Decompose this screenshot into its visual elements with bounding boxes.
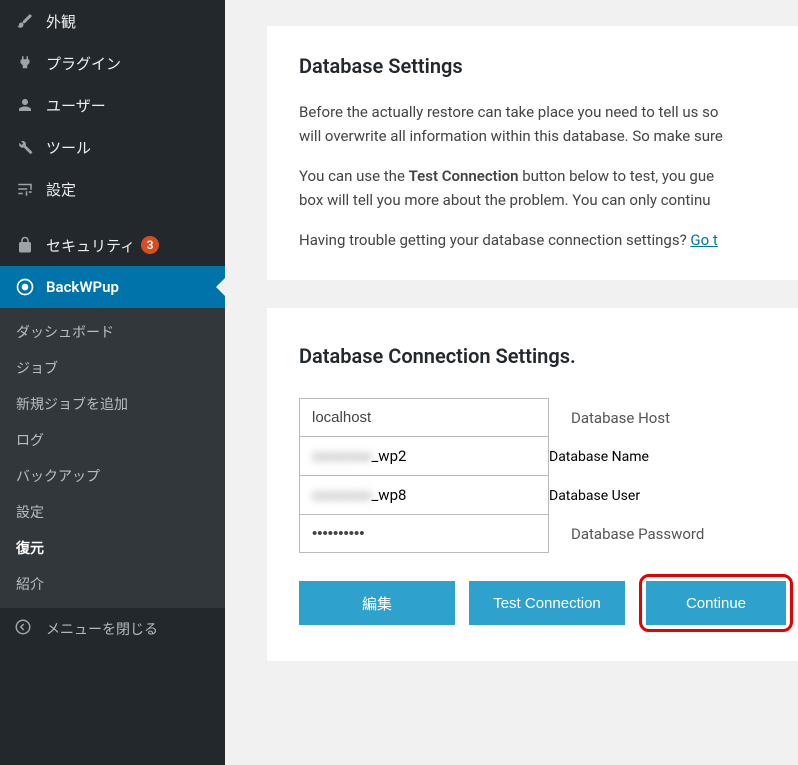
sidebar-item-backwpup[interactable]: BackWPup	[0, 266, 225, 308]
submenu-dashboard[interactable]: ダッシュボード	[0, 314, 225, 350]
update-badge: 3	[141, 236, 159, 254]
wrench-icon	[14, 136, 36, 158]
sidebar-item-label: 外観	[46, 11, 76, 32]
sidebar-item-tools[interactable]: ツール	[0, 126, 225, 168]
submenu-restore[interactable]: 復元	[0, 530, 225, 566]
sidebar-item-users[interactable]: ユーザー	[0, 84, 225, 126]
db-host-input[interactable]	[299, 398, 549, 437]
paintbrush-icon	[14, 10, 36, 32]
collapse-icon	[14, 618, 36, 640]
field-label: Database Host	[571, 409, 670, 427]
submenu-logs[interactable]: ログ	[0, 422, 225, 458]
lock-icon	[14, 234, 36, 256]
help-link[interactable]: Go t	[690, 231, 717, 249]
panel-text: Having trouble getting your database con…	[299, 228, 766, 252]
button-row: 編集 Test Connection Continue	[299, 581, 789, 625]
field-row-pass: Database Password	[299, 515, 782, 553]
test-connection-button[interactable]: Test Connection	[469, 581, 625, 625]
collapse-label: メニューを閉じる	[46, 619, 158, 639]
submenu-jobs[interactable]: ジョブ	[0, 350, 225, 386]
field-label: Database Password	[571, 525, 704, 543]
db-pass-input[interactable]	[299, 515, 549, 553]
backwpup-submenu: ダッシュボード ジョブ 新規ジョブを追加 ログ バックアップ 設定 復元 紹介	[0, 308, 225, 608]
main-content: Database Settings Before the actually re…	[225, 0, 798, 765]
submenu-add-job[interactable]: 新規ジョブを追加	[0, 386, 225, 422]
sliders-icon	[14, 178, 36, 200]
continue-highlight: Continue	[639, 574, 793, 632]
user-icon	[14, 94, 36, 116]
field-row-name: xxxxxxxx_wp2 Database Name	[299, 437, 782, 476]
submenu-backups[interactable]: バックアップ	[0, 458, 225, 494]
sidebar-item-settings[interactable]: 設定	[0, 168, 225, 210]
edit-button[interactable]: 編集	[299, 581, 455, 625]
field-label: Database Name	[549, 449, 649, 465]
sidebar-item-label: ユーザー	[46, 95, 106, 116]
db-user-input[interactable]: xxxxxxxx_wp8	[299, 476, 549, 515]
field-label: Database User	[549, 488, 640, 504]
connection-settings-panel: Database Connection Settings. Database H…	[267, 308, 798, 661]
submenu-settings[interactable]: 設定	[0, 494, 225, 530]
sidebar-item-security[interactable]: セキュリティ 3	[0, 224, 225, 266]
sidebar-item-plugins[interactable]: プラグイン	[0, 42, 225, 84]
field-row-host: Database Host	[299, 398, 782, 437]
sidebar-item-label: ツール	[46, 137, 91, 158]
sidebar-item-appearance[interactable]: 外観	[0, 0, 225, 42]
collapse-menu[interactable]: メニューを閉じる	[0, 608, 225, 650]
panel-title: Database Connection Settings.	[299, 344, 782, 368]
plug-icon	[14, 52, 36, 74]
backwpup-icon	[14, 276, 36, 298]
panel-title: Database Settings	[299, 54, 766, 78]
sidebar-item-label: セキュリティ	[46, 235, 135, 256]
panel-text: You can use the Test Connection button b…	[299, 164, 766, 212]
sidebar-item-label: BackWPup	[46, 278, 119, 296]
admin-sidebar: 外観 プラグイン ユーザー ツール 設定 セキュリティ 3 B	[0, 0, 225, 765]
continue-button[interactable]: Continue	[646, 581, 786, 625]
database-settings-panel: Database Settings Before the actually re…	[267, 26, 798, 280]
submenu-about[interactable]: 紹介	[0, 566, 225, 602]
db-name-input[interactable]: xxxxxxxx_wp2	[299, 437, 549, 476]
field-row-user: xxxxxxxx_wp8 Database User	[299, 476, 782, 515]
panel-text: Before the actually restore can take pla…	[299, 100, 766, 148]
sidebar-item-label: 設定	[46, 179, 76, 200]
sidebar-item-label: プラグイン	[46, 53, 121, 74]
